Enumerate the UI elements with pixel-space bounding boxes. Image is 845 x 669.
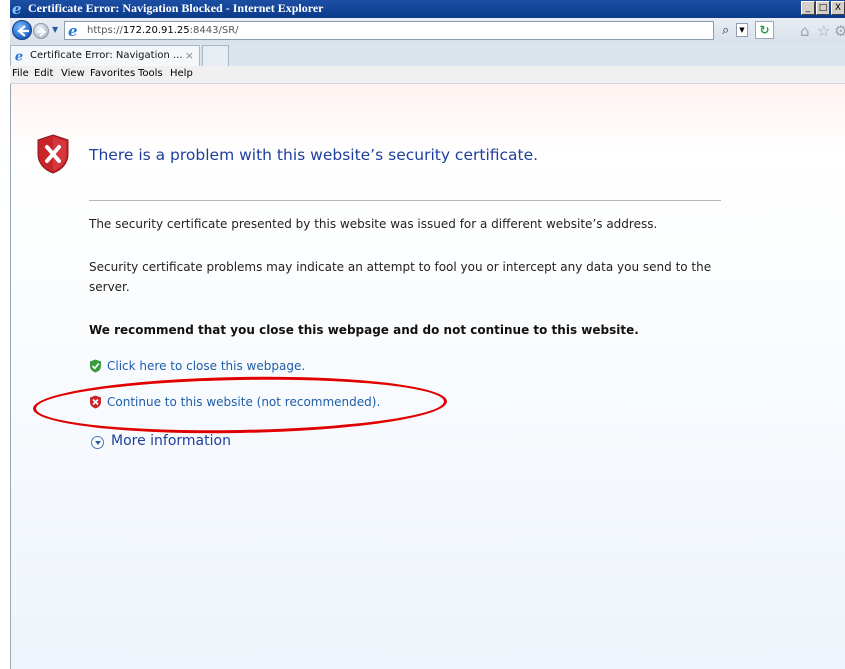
address-dropdown-button[interactable]: ▼	[736, 23, 748, 37]
page-ie-icon: e	[68, 23, 78, 38]
continue-website-link[interactable]: Continue to this website (not recommende…	[107, 395, 380, 409]
new-tab-button[interactable]	[202, 45, 229, 66]
svg-text:e: e	[15, 49, 23, 62]
more-information-label: More information	[111, 433, 231, 449]
svg-text:e: e	[12, 1, 22, 16]
forward-arrow-icon	[37, 27, 47, 37]
tab-certificate-error[interactable]: e Certificate Error: Navigation ... ×	[10, 45, 200, 66]
svg-text:e: e	[68, 23, 78, 38]
menu-tools[interactable]: Tools	[138, 68, 163, 79]
menu-file[interactable]: File	[12, 68, 29, 79]
menu-view[interactable]: View	[61, 68, 85, 79]
menu-favorites[interactable]: Favorites	[90, 68, 135, 79]
window-title: Certificate Error: Navigation Blocked - …	[28, 1, 324, 15]
minimize-button[interactable]: _	[801, 1, 815, 15]
close-window-button[interactable]: X	[831, 1, 845, 15]
tab-title: Certificate Error: Navigation ...	[30, 50, 183, 61]
close-webpage-link[interactable]: Click here to close this webpage.	[107, 359, 305, 373]
back-arrow-icon	[17, 25, 29, 37]
address-bar[interactable]: e https://172.20.91.25:8443/SR/	[64, 21, 714, 40]
red-shield-x-icon	[90, 395, 101, 409]
gear-icon[interactable]: ⚙	[834, 22, 845, 40]
security-warning-text: Security certificate problems may indica…	[89, 260, 712, 274]
search-icon[interactable]: ⌕	[722, 23, 729, 38]
menu-bar: File Edit View Favorites Tools Help	[10, 66, 845, 84]
navigation-bar: ▼ e https://172.20.91.25:8443/SR/ ⌕ ▼ ↻ …	[10, 18, 845, 43]
tab-close-icon[interactable]: ×	[185, 49, 194, 62]
tab-strip: e Certificate Error: Navigation ... ×	[10, 43, 845, 66]
page-title: There is a problem with this website’s s…	[89, 146, 539, 164]
favorites-star-icon[interactable]: ☆	[817, 22, 830, 40]
certificate-issue-text: The security certificate presented by th…	[89, 217, 658, 231]
address-url: https://172.20.91.25:8443/SR/	[87, 25, 239, 36]
shield-error-icon	[37, 134, 69, 174]
refresh-button[interactable]: ↻	[755, 21, 774, 39]
home-icon[interactable]: ⌂	[800, 22, 810, 40]
history-dropdown-icon[interactable]: ▼	[52, 25, 58, 34]
menu-edit[interactable]: Edit	[34, 68, 53, 79]
tab-ie-icon: e	[15, 49, 23, 62]
window-controls: _ □ X	[801, 1, 845, 17]
window-title-bar[interactable]: e Certificate Error: Navigation Blocked …	[10, 0, 845, 18]
security-warning-text-cont: server.	[89, 280, 130, 294]
back-button[interactable]	[12, 20, 32, 40]
ie-logo-icon: e	[12, 1, 22, 16]
forward-button[interactable]	[33, 23, 49, 39]
maximize-button[interactable]: □	[816, 1, 830, 15]
menu-help[interactable]: Help	[170, 68, 193, 79]
recommendation-text: We recommend that you close this webpage…	[89, 323, 639, 337]
divider	[89, 200, 721, 201]
green-shield-check-icon	[90, 359, 101, 373]
expand-chevron-icon	[91, 436, 104, 449]
page-content: There is a problem with this website’s s…	[10, 84, 845, 669]
